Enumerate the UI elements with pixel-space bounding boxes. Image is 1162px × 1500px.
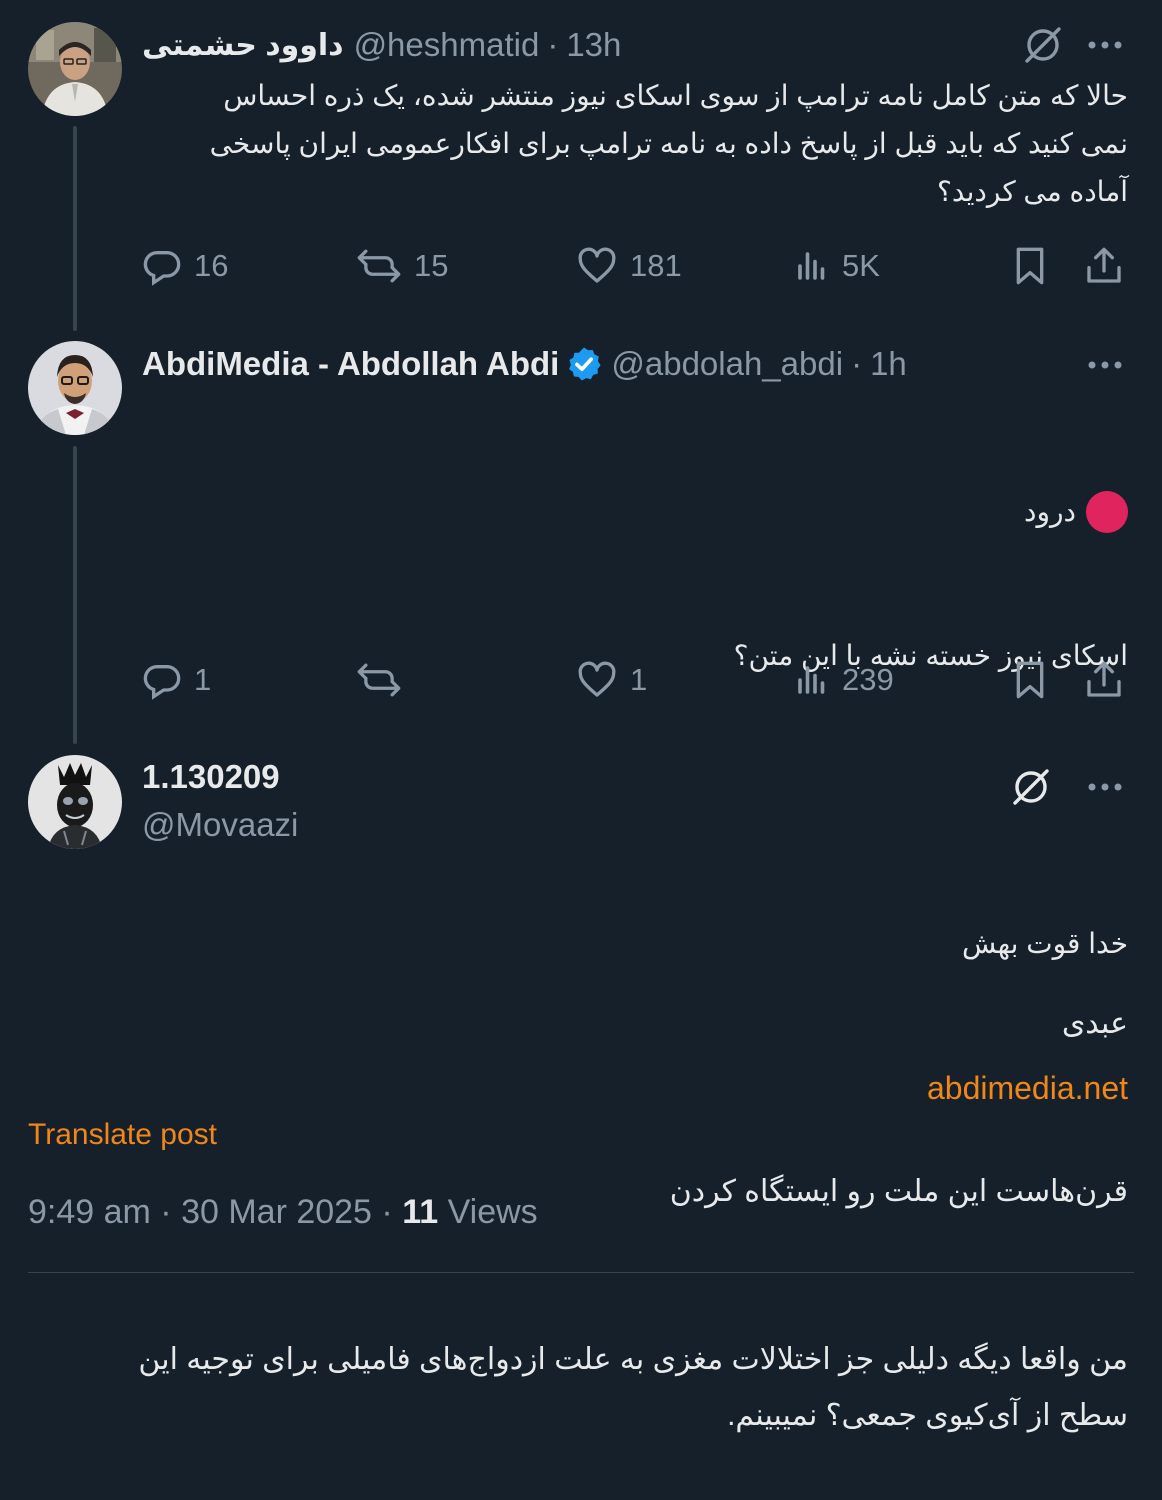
views-button[interactable]: 5K (794, 241, 880, 291)
display-name[interactable]: داوود حشمتی (142, 28, 344, 63)
bookmark-icon (1016, 247, 1044, 285)
share-button[interactable] (1084, 241, 1124, 291)
like-icon (578, 247, 616, 283)
text-line: درود (90, 488, 1128, 536)
post-timestamp[interactable]: 9:49 am · 30 Mar 2025 · (28, 1193, 402, 1231)
user-handle[interactable]: @heshmatid (354, 26, 540, 64)
reply-icon (143, 665, 181, 700)
share-button[interactable] (1084, 655, 1124, 705)
separator: · (547, 26, 559, 63)
avatar[interactable] (28, 22, 122, 116)
views-label: Views (438, 1193, 538, 1231)
bookmark-button[interactable] (1010, 655, 1050, 705)
translate-post-link[interactable]: Translate post (28, 1118, 217, 1152)
divider (28, 1272, 1134, 1273)
reply-button[interactable]: 1 (142, 655, 211, 705)
grok-icon[interactable] (1018, 20, 1068, 70)
views-count: 11 (402, 1193, 439, 1231)
reply-count: 16 (194, 248, 229, 283)
like-button[interactable]: 1 (576, 655, 647, 705)
views-icon (798, 666, 825, 694)
thread-connector (73, 126, 77, 331)
display-name[interactable]: 1.130209 (142, 758, 280, 796)
like-count: 181 (630, 248, 682, 283)
repost-button[interactable]: 15 (356, 241, 448, 291)
greeting-text: درود (1024, 496, 1076, 527)
like-button[interactable]: 181 (576, 241, 682, 291)
like-count: 1 (630, 662, 648, 697)
more-icon[interactable] (1083, 23, 1127, 67)
user-handle[interactable]: @abdolah_abdi (611, 345, 843, 383)
views-count: 239 (842, 662, 894, 697)
text-line: عبدی (1061, 1007, 1128, 1040)
timestamp[interactable]: 1h (870, 345, 907, 383)
action-bar: 16 15 181 5K (142, 241, 1128, 291)
views-count: 5K (842, 248, 880, 283)
share-icon (1087, 661, 1121, 697)
avatar[interactable] (28, 755, 122, 849)
reply-count: 1 (194, 662, 212, 697)
views-icon (798, 252, 825, 280)
separator: · (851, 345, 863, 382)
display-name[interactable]: AbdiMedia - Abdollah Abdi (142, 345, 559, 383)
repost-count: 15 (414, 248, 449, 283)
bookmark-button[interactable] (1010, 241, 1050, 291)
views-button[interactable]: 239 (794, 655, 894, 705)
reply-icon (143, 251, 181, 286)
more-icon[interactable] (1083, 343, 1127, 387)
repost-button[interactable] (356, 655, 402, 705)
user-handle[interactable]: @Movaazi (142, 806, 298, 844)
reply-button[interactable]: 16 (142, 241, 228, 291)
share-icon (1087, 247, 1121, 283)
tweet-header: داوود حشمتی @heshmatid · 13h (142, 22, 1128, 68)
repost-icon (357, 663, 401, 697)
thread-connector (73, 446, 77, 744)
tweet-header: AbdiMedia - Abdollah Abdi @abdolah_abdi … (142, 341, 1128, 387)
verified-badge-icon (565, 345, 603, 383)
timestamp[interactable]: 13h (566, 26, 621, 64)
text-line: من واقعا دیگه دلیلی جز اختلالات مغزی به … (130, 1343, 1128, 1432)
red-circle-emoji (1086, 491, 1128, 533)
repost-icon (357, 249, 401, 283)
post-meta: 9:49 am · 30 Mar 2025 · 11 Views (28, 1193, 538, 1232)
action-bar: 1 1 239 (142, 655, 1128, 705)
main-tweet-text: عبدی قرن‌هاست این ملت رو ایستگاه کردن من… (90, 884, 1128, 1500)
like-icon (578, 661, 616, 697)
grok-icon[interactable] (1006, 762, 1056, 812)
more-icon[interactable] (1083, 765, 1127, 809)
tweet-text: حالا که متن کامل نامه ترامپ از سوی اسکای… (201, 80, 1128, 207)
bookmark-icon (1016, 661, 1044, 699)
